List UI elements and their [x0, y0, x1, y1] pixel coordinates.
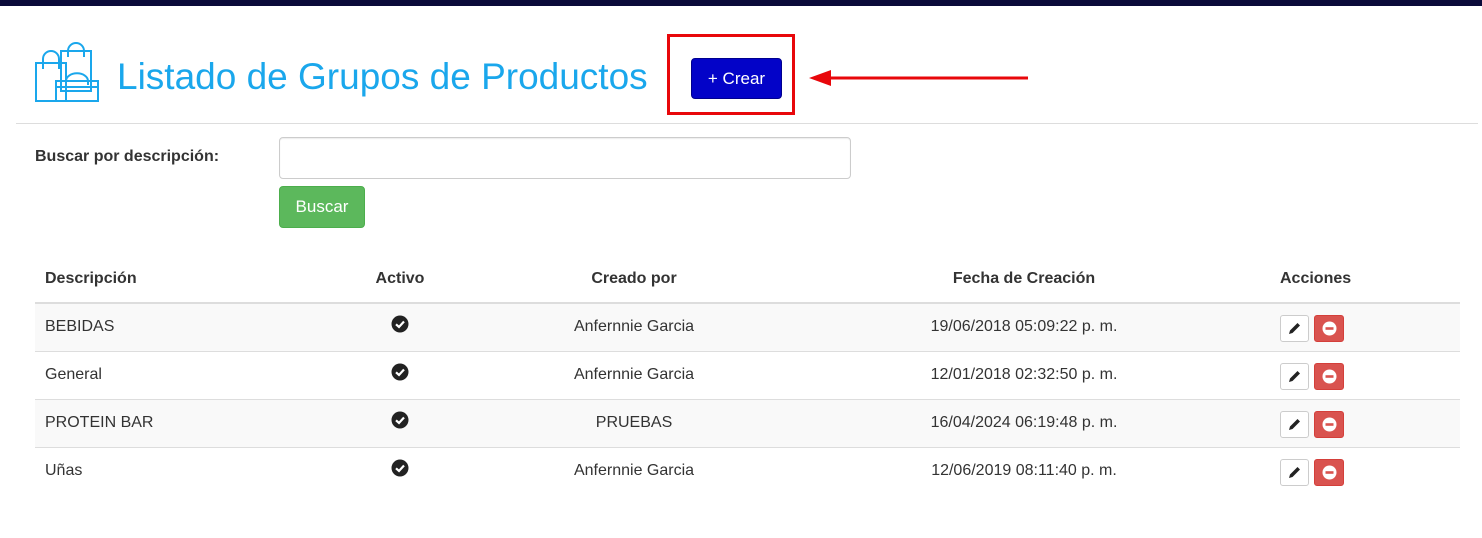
cell-description: General [35, 350, 300, 399]
cell-description: Uñas [35, 446, 300, 495]
delete-button[interactable] [1314, 362, 1344, 390]
edit-button[interactable] [1280, 362, 1309, 390]
cell-created-by: PRUEBAS [500, 398, 768, 447]
minus-circle-icon [1322, 321, 1336, 336]
minus-circle-icon [1322, 369, 1336, 383]
cell-created-by: Anfernnie Garcia [500, 302, 768, 351]
edit-button[interactable] [1280, 314, 1309, 342]
table-header-row: Descripción Activo Creado por Fecha de C… [35, 256, 1460, 304]
cell-active [300, 350, 500, 399]
cell-actions [1280, 446, 1460, 495]
delete-button[interactable] [1314, 410, 1344, 438]
page-title: Listado de Grupos de Productos [117, 56, 648, 97]
page-header: Listado de Grupos de Productos + Crear [0, 30, 1482, 120]
cell-description: BEBIDAS [35, 302, 300, 351]
cell-created-date: 19/06/2018 05:09:22 p. m. [768, 302, 1280, 351]
create-button[interactable]: + Crear [691, 58, 782, 99]
cell-actions [1280, 398, 1460, 447]
cell-active [300, 446, 500, 495]
check-circle-icon [391, 459, 409, 477]
pencil-icon [1288, 371, 1300, 382]
cell-actions [1280, 302, 1460, 351]
delete-button[interactable] [1314, 314, 1344, 342]
column-header-active[interactable]: Activo [300, 256, 500, 304]
header-divider [16, 123, 1478, 124]
search-label: Buscar por descripción: [35, 148, 220, 165]
cell-description: PROTEIN BAR [35, 398, 300, 447]
cell-created-by: Anfernnie Garcia [500, 350, 768, 399]
column-header-description[interactable]: Descripción [35, 256, 300, 304]
column-header-actions: Acciones [1280, 256, 1460, 304]
minus-circle-icon [1322, 465, 1336, 480]
pencil-icon [1288, 419, 1300, 430]
row-actions [1280, 458, 1450, 486]
row-actions [1280, 362, 1450, 390]
shopping-bags-icon [35, 42, 99, 102]
column-header-created-by[interactable]: Creado por [500, 256, 768, 304]
check-circle-icon [391, 315, 409, 333]
table-row: BEBIDAS Anfernnie Garcia 19/06/2018 05:0… [35, 302, 1460, 351]
cell-created-date: 12/01/2018 02:32:50 p. m. [768, 350, 1280, 399]
search-button[interactable]: Buscar [279, 186, 365, 228]
product-groups-table: Descripción Activo Creado por Fecha de C… [35, 256, 1460, 495]
cell-actions [1280, 350, 1460, 399]
row-actions [1280, 314, 1450, 342]
cell-active [300, 302, 500, 351]
minus-circle-icon [1322, 417, 1336, 431]
check-circle-icon [391, 363, 409, 381]
cell-created-by: Anfernnie Garcia [500, 446, 768, 495]
column-header-created-date[interactable]: Fecha de Creación [768, 256, 1280, 304]
table-row: Uñas Anfernnie Garcia 12/06/2019 08:11:4… [35, 446, 1460, 495]
top-bar [0, 0, 1482, 6]
delete-button[interactable] [1314, 458, 1344, 486]
search-input[interactable] [279, 137, 851, 179]
edit-button[interactable] [1280, 410, 1309, 438]
edit-button[interactable] [1280, 458, 1309, 486]
annotation-arrow-icon [809, 70, 1028, 86]
cell-created-date: 16/04/2024 06:19:48 p. m. [768, 398, 1280, 447]
check-circle-icon [391, 411, 409, 429]
pencil-icon [1288, 467, 1300, 479]
cell-active [300, 398, 500, 447]
pencil-icon [1288, 323, 1300, 335]
cell-created-date: 12/06/2019 08:11:40 p. m. [768, 446, 1280, 495]
row-actions [1280, 410, 1450, 438]
table-row: General Anfernnie Garcia 12/01/2018 02:3… [35, 350, 1460, 399]
table-row: PROTEIN BAR PRUEBAS 16/04/2024 06:19:48 … [35, 398, 1460, 447]
